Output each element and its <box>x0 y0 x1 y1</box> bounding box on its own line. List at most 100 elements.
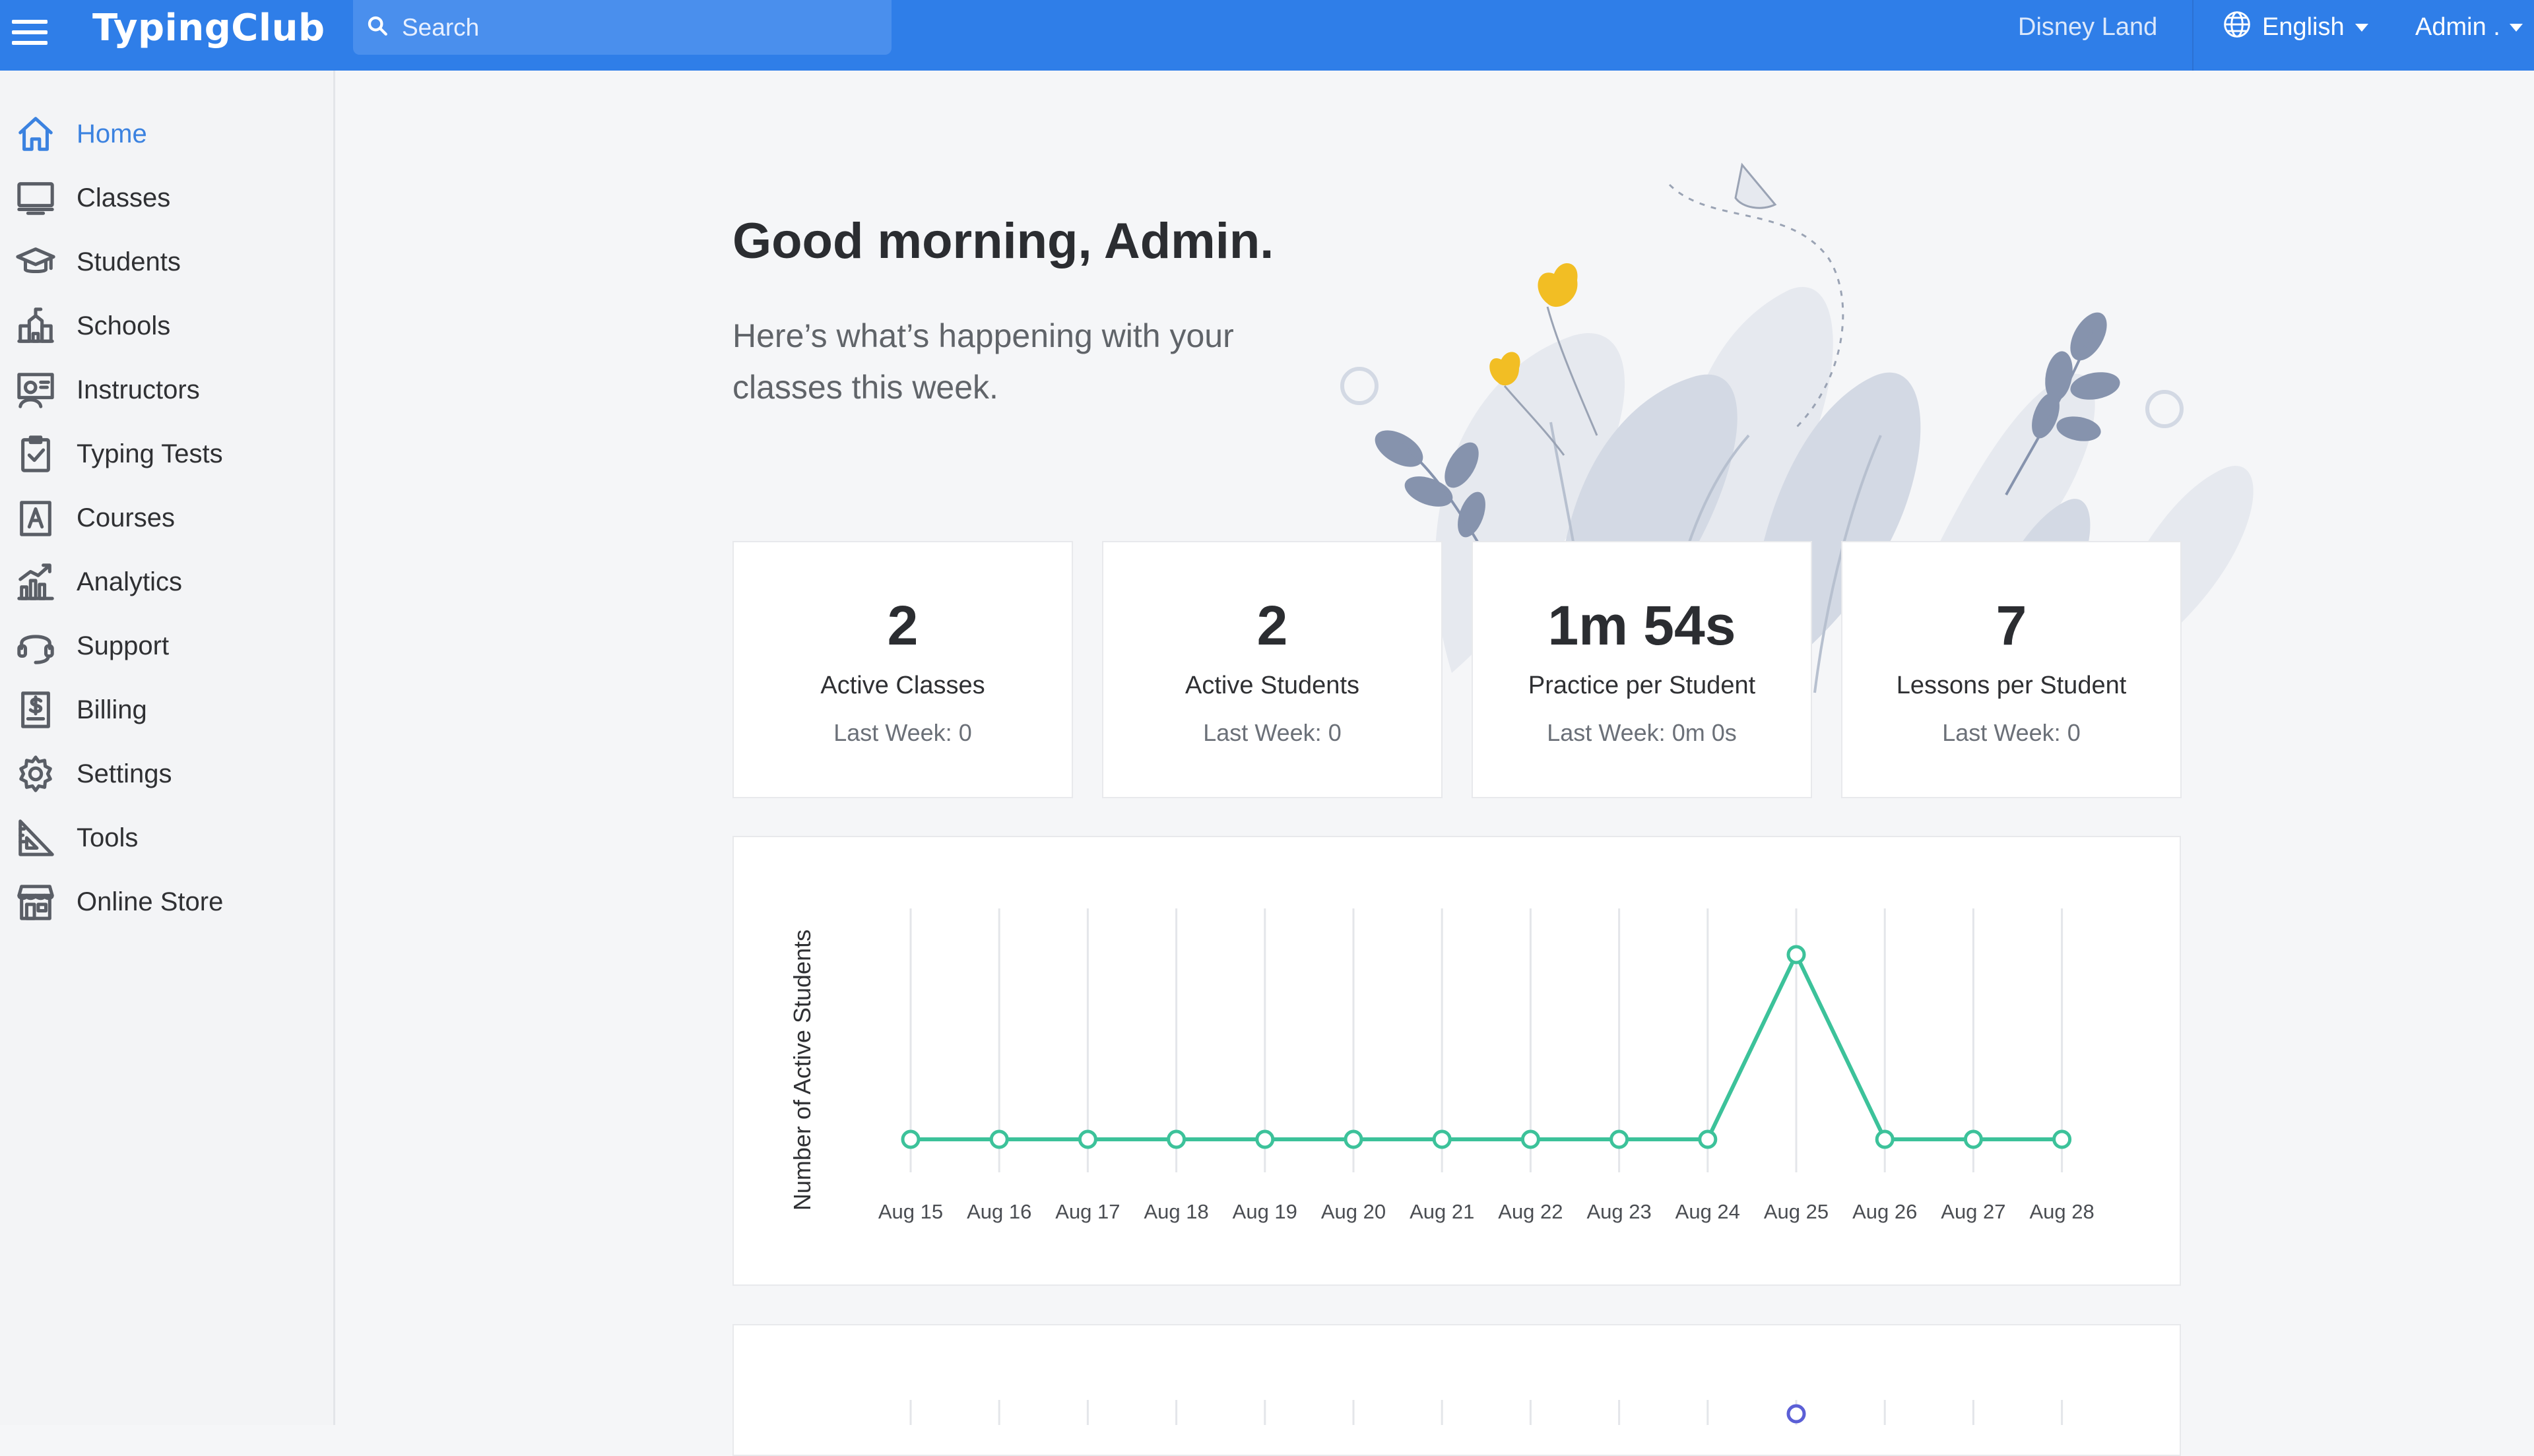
stat-card-lessons-per-student[interactable]: 7 Lessons per Student Last Week: 0 <box>1841 541 2182 798</box>
stat-last-week: Last Week: 0 <box>833 719 972 746</box>
stat-label: Active Classes <box>820 672 985 699</box>
chart-data-point <box>1698 1129 1718 1149</box>
stat-last-week: Last Week: 0 <box>1203 719 1342 746</box>
chart-data-point <box>1255 1129 1275 1149</box>
sidebar-item-support[interactable]: Support <box>0 616 333 676</box>
chart-data-point <box>1786 1404 1806 1424</box>
sidebar-item-label: Home <box>77 119 147 148</box>
letter-a-book-icon <box>15 497 57 539</box>
chart-data-point <box>901 1129 921 1149</box>
language-selector[interactable]: English <box>2223 0 2368 55</box>
stat-value: 1m 54s <box>1547 594 1736 656</box>
chart-x-tick-label: Aug 26 <box>1852 1200 1917 1223</box>
topbar-divider <box>2192 0 2193 71</box>
sidebar-item-instructors[interactable]: Instructors <box>0 360 333 420</box>
chart-data-point <box>1875 1129 1895 1149</box>
chart-x-tick-label: Aug 23 <box>1586 1200 1651 1223</box>
sidebar-item-label: Classes <box>77 183 171 212</box>
chart-x-tick-label: Aug 16 <box>967 1200 1031 1223</box>
dollar-document-icon <box>15 689 57 731</box>
stat-value: 2 <box>887 594 919 656</box>
chart-data-point <box>1078 1129 1097 1149</box>
chart-x-tick-label: Aug 22 <box>1498 1200 1563 1223</box>
stat-card-practice-per-student[interactable]: 1m 54s Practice per Student Last Week: 0… <box>1472 541 1812 798</box>
page-subtitle: Here’s what’s happening with your classe… <box>732 317 1234 406</box>
hamburger-menu-icon[interactable] <box>9 12 50 53</box>
chart-x-tick-label: Aug 19 <box>1233 1200 1297 1223</box>
sidebar-item-label: Typing Tests <box>77 439 223 468</box>
chart-x-tick-label: Aug 24 <box>1675 1200 1740 1223</box>
search-icon <box>366 15 389 40</box>
chart-data-point <box>1520 1129 1540 1149</box>
active-students-chart: Aug 15 Aug 16 Aug 17 Aug 18 Aug 19 Aug 20 Aug … <box>878 908 2095 1223</box>
chart-data-point <box>1167 1129 1186 1149</box>
sidebar: Home Classes Students Schools Instructor… <box>0 71 335 1425</box>
sidebar-item-courses[interactable]: Courses <box>0 488 333 548</box>
sidebar-item-label: Tools <box>77 823 139 852</box>
chart-x-tick-label: Aug 15 <box>878 1200 943 1223</box>
sidebar-item-label: Support <box>77 631 170 660</box>
sidebar-item-billing[interactable]: Billing <box>0 680 333 740</box>
sidebar-item-label: Analytics <box>77 567 183 596</box>
chart-x-tick-label: Aug 20 <box>1321 1200 1386 1223</box>
sidebar-item-label: Schools <box>77 311 171 340</box>
store-icon <box>15 881 57 923</box>
brand-logo[interactable]: TypingClub <box>92 7 325 49</box>
chart-data-point <box>1786 945 1806 965</box>
chart-x-tick-label: Aug 18 <box>1144 1200 1208 1223</box>
chart-x-tick-label: Aug 27 <box>1941 1200 2005 1223</box>
chart-x-tick-label: Aug 28 <box>2029 1200 2094 1223</box>
sidebar-item-home[interactable]: Home <box>0 104 333 164</box>
stat-last-week: Last Week: 0 <box>1942 719 2081 746</box>
stat-label: Practice per Student <box>1528 672 1756 699</box>
chart-data-point <box>1432 1129 1452 1149</box>
page-title: Good morning, Admin. <box>732 213 1274 269</box>
stat-card-active-classes[interactable]: 2 Active Classes Last Week: 0 <box>732 541 1073 798</box>
stat-card-active-students[interactable]: 2 Active Students Last Week: 0 <box>1102 541 1443 798</box>
stat-label: Lessons per Student <box>1896 672 2127 699</box>
top-bar: TypingClub Disney Land English Admin . <box>0 0 2534 71</box>
school-building-icon <box>15 305 57 347</box>
sidebar-item-label: Billing <box>77 695 147 724</box>
sidebar-item-online-store[interactable]: Online Store <box>0 872 333 932</box>
chart-x-tick-label: Aug 25 <box>1764 1200 1829 1223</box>
sidebar-item-students[interactable]: Students <box>0 232 333 292</box>
chevron-down-icon <box>2355 23 2368 32</box>
sidebar-item-settings[interactable]: Settings <box>0 744 333 804</box>
instructor-board-icon <box>15 369 57 411</box>
ruler-triangle-icon <box>15 817 57 859</box>
chart-series-line <box>911 953 2062 1141</box>
chart-data-point <box>1609 1129 1629 1149</box>
sidebar-item-schools[interactable]: Schools <box>0 296 333 356</box>
sidebar-item-analytics[interactable]: Analytics <box>0 552 333 612</box>
gear-icon <box>15 753 57 795</box>
graduation-cap-icon <box>15 241 57 283</box>
second-chart <box>909 1400 2063 1425</box>
chevron-down-icon <box>2509 23 2523 32</box>
sidebar-item-label: Students <box>77 247 181 276</box>
search-input[interactable] <box>402 13 877 42</box>
headset-icon <box>15 625 57 667</box>
sidebar-item-tools[interactable]: Tools <box>0 808 333 868</box>
sidebar-item-label: Online Store <box>77 887 224 916</box>
sidebar-item-label: Settings <box>77 759 172 788</box>
sidebar-item-typing-tests[interactable]: Typing Tests <box>0 424 333 484</box>
monitor-icon <box>15 177 57 219</box>
globe-icon <box>2223 10 2252 46</box>
bar-chart-icon <box>15 561 57 603</box>
chart-data-point <box>989 1129 1009 1149</box>
home-icon <box>15 113 57 155</box>
school-name[interactable]: Disney Land <box>2018 0 2157 55</box>
user-name: Admin . <box>2415 13 2500 41</box>
sidebar-item-classes[interactable]: Classes <box>0 168 333 228</box>
sidebar-item-label: Instructors <box>77 375 200 404</box>
user-menu[interactable]: Admin . <box>2415 0 2523 55</box>
search-box[interactable] <box>353 0 892 55</box>
chart-x-tick-label: Aug 17 <box>1055 1200 1120 1223</box>
stat-value: 2 <box>1256 594 1288 656</box>
chart-data-point <box>1344 1129 1363 1149</box>
chart-data-point <box>2052 1129 2072 1149</box>
stat-last-week: Last Week: 0m 0s <box>1547 719 1737 746</box>
chart-data-point <box>1963 1129 1983 1149</box>
clipboard-check-icon <box>15 433 57 475</box>
